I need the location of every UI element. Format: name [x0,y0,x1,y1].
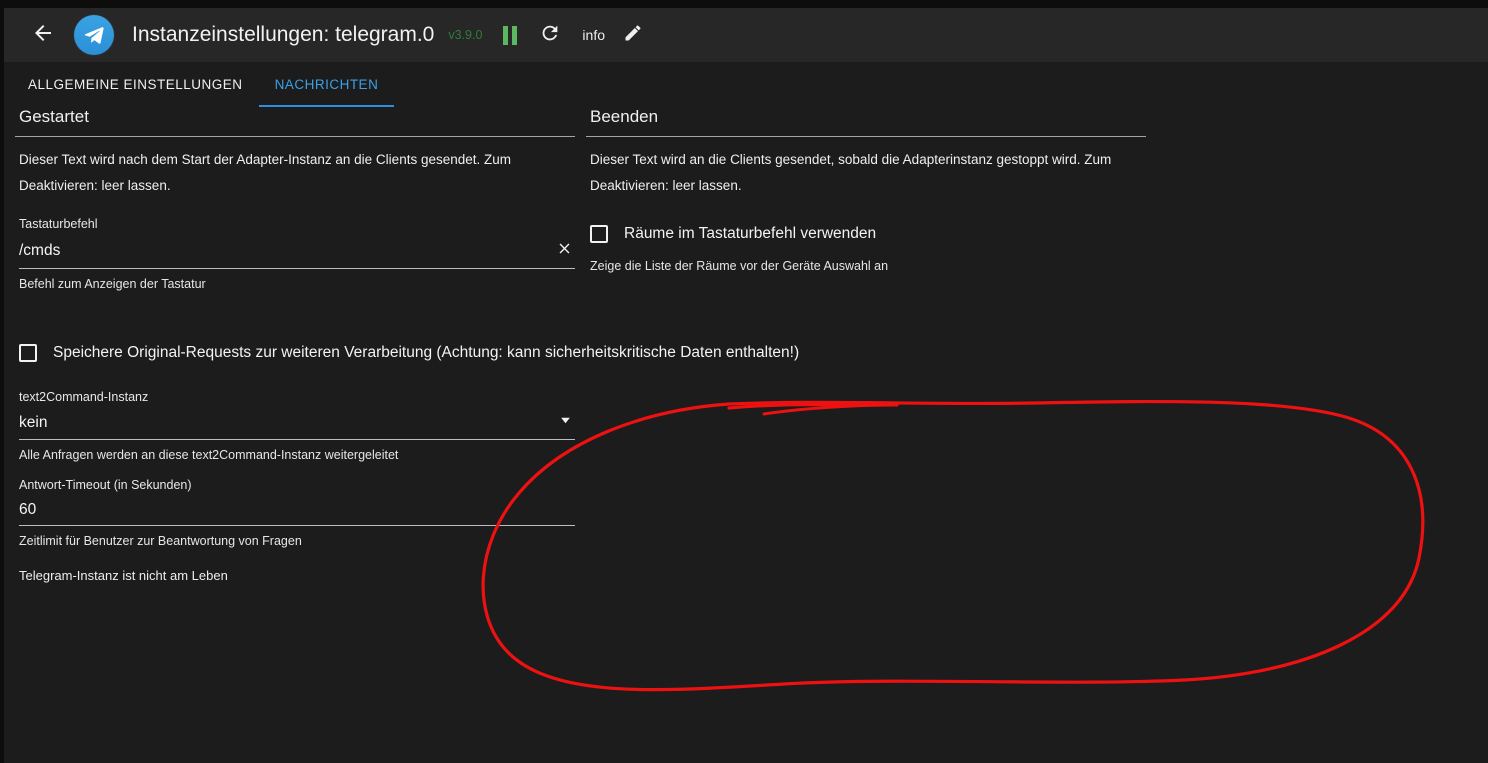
text2command-select[interactable]: kein [19,413,575,440]
text2command-value: kein [19,414,48,431]
keyboard-command-help: Befehl zum Anzeigen der Tastatur [19,277,206,291]
keyboard-command-field: Tastaturbefehl Befehl zum Anzeigen der T… [15,217,575,291]
refresh-button[interactable] [538,23,562,47]
text2command-help: Alle Anfragen werden an diese text2Comma… [19,448,399,462]
tab-allgemeine-einstellungen[interactable]: ALLGEMEINE EINSTELLUNGEN [12,62,259,107]
section-divider-beenden [586,136,1146,137]
pause-button[interactable] [498,23,522,47]
keyboard-command-label: Tastaturbefehl [19,217,98,231]
chevron-down-icon [559,414,572,432]
telegram-logo-icon[interactable] [74,15,114,55]
rooms-checkbox[interactable] [590,225,608,243]
rooms-checkbox-label[interactable]: Räume im Tastaturbefehl verwenden [624,225,876,243]
keyboard-command-clear-button[interactable] [553,240,575,262]
answer-timeout-label: Antwort-Timeout (in Sekunden) [19,478,192,492]
app-header: Instanzeinstellungen: telegram.0 v3.9.0 … [4,8,1488,62]
rooms-checkbox-help: Zeige die Liste der Räume vor der Geräte… [590,259,889,273]
tab-bar: ALLGEMEINE EINSTELLUNGEN NACHRICHTEN [4,62,1488,107]
screen-root: Instanzeinstellungen: telegram.0 v3.9.0 … [0,0,1488,763]
column-stopped: Beenden Dieser Text wird an die Clients … [586,107,1146,273]
answer-timeout-help: Zeitlimit für Benutzer zur Beantwortung … [19,534,302,548]
back-button[interactable] [28,20,58,50]
settings-content: Gestartet Dieser Text wird nach dem Star… [4,107,1488,763]
answer-timeout-row [19,501,575,526]
pause-icon [503,25,518,45]
section-divider-gestartet [15,136,575,137]
instance-status-text: Telegram-Instanz ist nicht am Leben [19,568,228,583]
app-window: Instanzeinstellungen: telegram.0 v3.9.0 … [4,8,1488,763]
text2command-field: text2Command-Instanz kein Alle Anfragen … [15,390,575,462]
rooms-checkbox-field: Räume im Tastaturbefehl verwenden Zeige … [586,225,1146,273]
store-requests-checkbox-row[interactable]: Speichere Original-Requests zur weiteren… [15,344,799,362]
answer-timeout-field: Antwort-Timeout (in Sekunden) Zeitlimit … [15,478,575,548]
close-icon [556,240,573,262]
section-title-gestartet: Gestartet [19,107,89,126]
section-description-beenden: Dieser Text wird an die Clients gesendet… [590,152,1112,193]
tab-nachrichten[interactable]: NACHRICHTEN [258,62,395,107]
store-requests-checkbox[interactable] [19,344,37,362]
answer-timeout-input[interactable] [19,501,575,519]
page-title: Instanzeinstellungen: telegram.0 [132,23,435,46]
text2command-caret-button[interactable] [555,413,575,433]
section-title-beenden: Beenden [590,107,659,126]
store-requests-checkbox-label[interactable]: Speichere Original-Requests zur weiteren… [53,344,799,362]
keyboard-command-input[interactable] [19,242,553,260]
edit-button[interactable] [621,23,645,47]
section-description-gestartet: Dieser Text wird nach dem Start der Adap… [19,152,511,193]
rooms-checkbox-row[interactable]: Räume im Tastaturbefehl verwenden [590,225,1146,243]
refresh-icon [539,22,561,49]
info-button[interactable]: info [582,27,605,43]
version-label: v3.9.0 [448,28,483,42]
pencil-icon [623,23,643,48]
column-started: Gestartet Dieser Text wird nach dem Star… [15,107,575,291]
keyboard-command-row [19,240,575,269]
text2command-label: text2Command-Instanz [19,390,149,404]
arrow-left-icon [31,21,55,50]
